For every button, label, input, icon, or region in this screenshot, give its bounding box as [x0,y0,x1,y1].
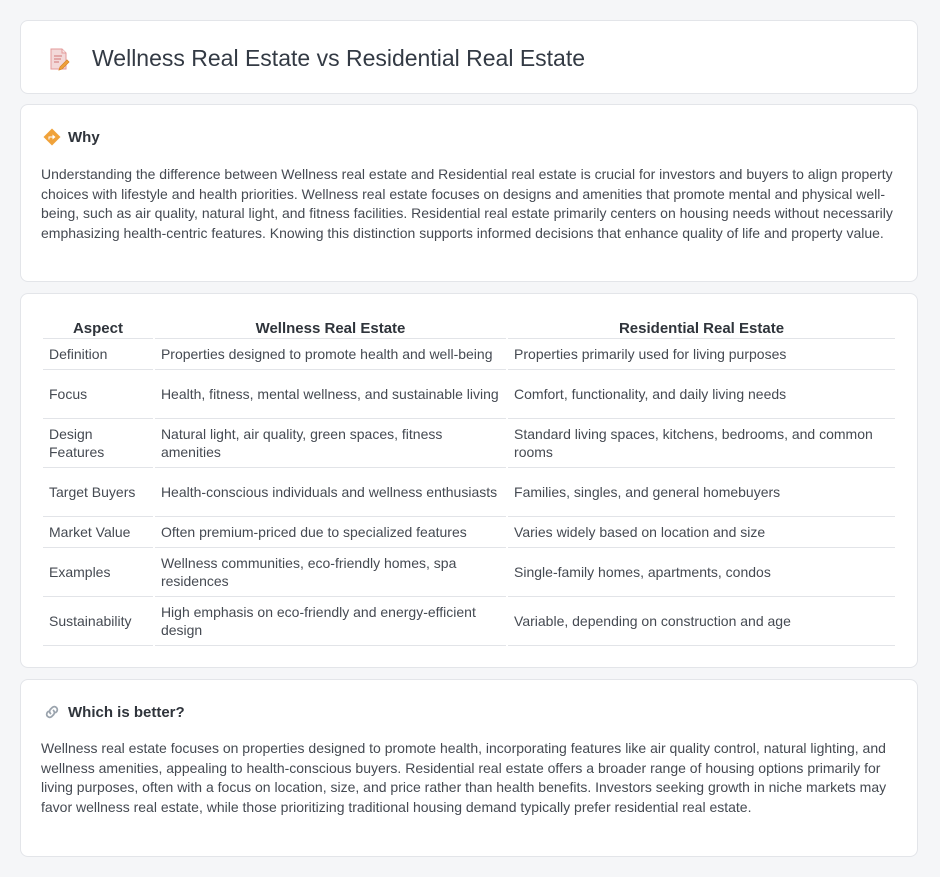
table-row: Examples Wellness communities, eco-frien… [43,548,895,597]
column-header-residential: Residential Real Estate [508,316,895,339]
table-row: Definition Properties designed to promot… [43,339,895,370]
link-icon [43,703,61,721]
aspect-cell: Target Buyers [43,468,153,517]
table-row: Design Features Natural light, air quali… [43,419,895,468]
residential-cell: Families, singles, and general homebuyer… [508,468,895,517]
wellness-cell: Health-conscious individuals and wellnes… [154,468,507,517]
why-heading: Why [68,128,100,146]
residential-cell: Single-family homes, apartments, condos [508,548,895,597]
column-header-wellness: Wellness Real Estate [154,316,507,339]
aspect-cell: Definition [43,339,153,370]
wellness-cell: Properties designed to promote health an… [154,339,507,370]
wellness-cell: Health, fitness, mental wellness, and su… [154,370,507,419]
why-section: Why Understanding the difference between… [20,104,918,282]
table-row: Market Value Often premium-priced due to… [43,517,895,548]
aspect-cell: Examples [43,548,153,597]
aspect-cell: Focus [43,370,153,419]
comparison-card: Aspect Wellness Real Estate Residential … [20,293,918,668]
which-section: Which is better? Wellness real estate fo… [20,679,918,857]
comparison-table: Aspect Wellness Real Estate Residential … [41,316,897,646]
diamond-signpost-icon [43,128,61,146]
column-header-aspect: Aspect [43,316,153,339]
title-card: Wellness Real Estate vs Residential Real… [20,20,918,94]
wellness-cell: High emphasis on eco-friendly and energy… [154,597,507,646]
table-row: Sustainability High emphasis on eco-frie… [43,597,895,646]
aspect-cell: Design Features [43,419,153,468]
wellness-cell: Often premium-priced due to specialized … [154,517,507,548]
aspect-cell: Market Value [43,517,153,548]
document-pencil-icon [47,47,71,71]
aspect-cell: Sustainability [43,597,153,646]
residential-cell: Comfort, functionality, and daily living… [508,370,895,419]
which-heading: Which is better? [68,703,185,721]
residential-cell: Variable, depending on construction and … [508,597,895,646]
which-text: Wellness real estate focuses on properti… [41,740,887,815]
wellness-cell: Wellness communities, eco-friendly homes… [154,548,507,597]
wellness-cell: Natural light, air quality, green spaces… [154,419,507,468]
residential-cell: Varies widely based on location and size [508,517,895,548]
page-title: Wellness Real Estate vs Residential Real… [92,45,586,71]
which-heading-row: Which is better? [43,702,185,722]
why-heading-row: Why [43,127,100,147]
table-row: Target Buyers Health-conscious individua… [43,468,895,517]
table-row: Focus Health, fitness, mental wellness, … [43,370,895,419]
residential-cell: Properties primarily used for living pur… [508,339,895,370]
table-header-row: Aspect Wellness Real Estate Residential … [43,316,895,339]
why-text: Understanding the difference between Wel… [41,166,893,241]
residential-cell: Standard living spaces, kitchens, bedroo… [508,419,895,468]
